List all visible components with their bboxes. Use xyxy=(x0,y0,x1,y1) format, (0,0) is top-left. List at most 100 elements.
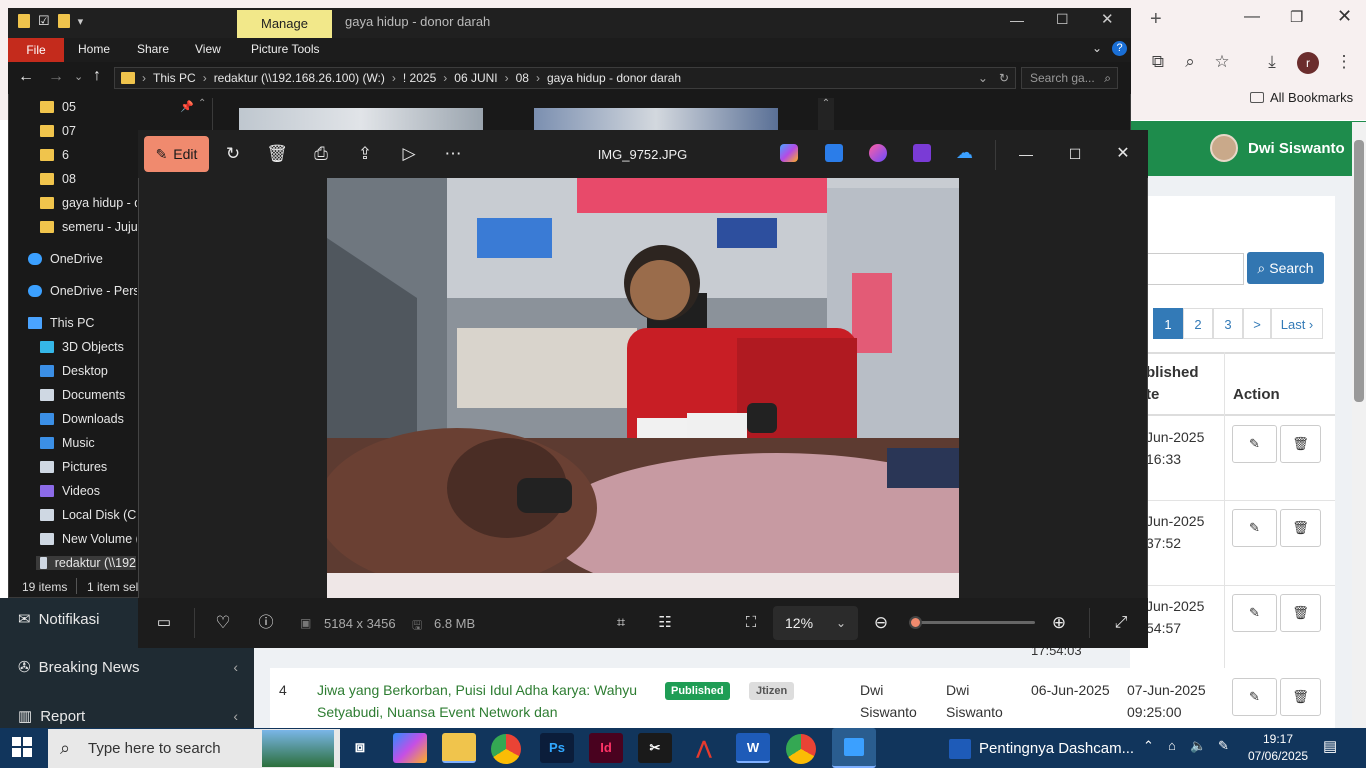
more-icon[interactable]: ⋯ xyxy=(439,140,467,168)
nav-item-08[interactable]: 08 xyxy=(40,172,76,186)
photos-app-icon[interactable] xyxy=(832,728,876,768)
taskbar-active-window[interactable]: Pentingnya Dashcam... xyxy=(941,729,1136,768)
edit-button[interactable]: ✎ xyxy=(1232,509,1277,547)
nav-item-this-pc[interactable]: This PC xyxy=(28,316,94,330)
edit-button[interactable]: ✎ xyxy=(1232,425,1277,463)
notification-center-icon[interactable]: ▤ xyxy=(1323,737,1337,755)
edit-button[interactable]: ✎ xyxy=(1232,594,1277,632)
word-app-icon[interactable]: W xyxy=(736,733,770,763)
nav-item-semeru-jujug[interactable]: semeru - Jujug xyxy=(40,220,137,234)
close-icon[interactable]: ✕ xyxy=(1101,10,1114,28)
visual-search-icon[interactable]: ☷ xyxy=(651,609,679,637)
nav-item-gaya-hidup-d[interactable]: gaya hidup - d xyxy=(40,196,137,210)
nav-item-redaktur-192[interactable]: redaktur (\\192 xyxy=(36,556,136,570)
content-scrollbar[interactable]: ⌃ xyxy=(818,98,834,130)
taskbar-clock[interactable]: 19:17 07/06/2025 xyxy=(1248,731,1308,765)
breadcrumb-current[interactable]: gaya hidup - donor darah xyxy=(547,71,681,85)
nav-item-05[interactable]: 05 xyxy=(40,100,76,114)
file-explorer-app-icon[interactable] xyxy=(442,733,476,763)
favorite-icon[interactable]: ♡ xyxy=(209,609,237,637)
info-icon[interactable]: ⓘ xyxy=(252,609,280,637)
minimize-icon[interactable]: — xyxy=(1010,12,1024,28)
pin-icon[interactable]: 📌 xyxy=(180,100,194,113)
row4-title[interactable]: Jiwa yang Berkorban, Puisi Idul Adha kar… xyxy=(317,679,652,723)
search-button[interactable]: ⌕ Search xyxy=(1247,252,1324,284)
task-view-icon[interactable]: ⧈ xyxy=(343,733,377,763)
filmstrip-icon[interactable]: ▭ xyxy=(150,609,178,637)
browser-minimize-icon[interactable]: — xyxy=(1244,8,1260,26)
delete-button[interactable]: 🗑 xyxy=(1280,594,1321,632)
help-icon[interactable]: ? xyxy=(1112,41,1127,56)
chrome-app-icon[interactable] xyxy=(491,734,521,764)
all-bookmarks[interactable]: All Bookmarks xyxy=(1250,90,1353,105)
rotate-icon[interactable]: ↻ xyxy=(219,140,247,168)
breadcrumb-2025[interactable]: ! 2025 xyxy=(403,71,436,85)
bookmark-star-icon[interactable]: ☆ xyxy=(1210,50,1234,74)
share-icon[interactable]: ⇪ xyxy=(351,140,379,168)
profile-avatar[interactable]: r xyxy=(1297,52,1319,74)
photos-close-icon[interactable]: ✕ xyxy=(1109,140,1137,168)
page-1[interactable]: 1 xyxy=(1153,308,1183,339)
capcut-app-icon[interactable]: ✂ xyxy=(638,733,672,763)
nav-item-07[interactable]: 07 xyxy=(40,124,76,138)
breadcrumb-08[interactable]: 08 xyxy=(516,71,529,85)
zoom-slider[interactable] xyxy=(909,616,1035,629)
windows-start-icon[interactable] xyxy=(12,737,32,757)
explorer-search-input[interactable]: Search ga... ⌕ xyxy=(1021,67,1118,89)
video-editor-icon[interactable] xyxy=(913,144,931,162)
photo-image[interactable] xyxy=(327,178,959,598)
delete-button[interactable]: 🗑 xyxy=(1280,425,1321,463)
onedrive-icon[interactable]: ☁ xyxy=(956,143,973,163)
ribbon-tab-picture-tools[interactable]: Picture Tools xyxy=(251,42,319,56)
sidebar-item-report[interactable]: ▥ Report ‹ xyxy=(18,707,238,726)
nav-item-onedrive[interactable]: OneDrive xyxy=(28,252,103,266)
search-input[interactable] xyxy=(1140,253,1244,285)
show-hidden-icons[interactable]: ⌃ xyxy=(1143,738,1154,754)
breadcrumb-drive[interactable]: redaktur (\\192.168.26.100) (W:) xyxy=(214,71,385,85)
chrome-profile-app-icon[interactable] xyxy=(786,734,816,764)
slideshow-icon[interactable]: ▷ xyxy=(395,140,423,168)
page-2[interactable]: 2 xyxy=(1183,308,1213,339)
network-icon[interactable]: ⌂ xyxy=(1168,738,1176,753)
nav-item-3d-objects[interactable]: 3D Objects xyxy=(40,340,124,354)
zoom-icon[interactable]: ⌕ xyxy=(1178,50,1202,74)
nav-item-desktop[interactable]: Desktop xyxy=(40,364,108,378)
nav-item-new-volume-d[interactable]: New Volume (D xyxy=(40,532,137,546)
ribbon-tab-share[interactable]: Share xyxy=(137,42,169,56)
clipchamp-icon[interactable] xyxy=(869,144,887,162)
user-name[interactable]: Dwi Siswanto xyxy=(1248,140,1345,157)
ribbon-collapse-icon[interactable]: ⌄ xyxy=(1092,41,1102,55)
photos-maximize-icon[interactable]: ☐ xyxy=(1061,140,1089,168)
address-bar[interactable]: › This PC › redaktur (\\192.168.26.100) … xyxy=(114,67,1016,89)
download-icon[interactable]: ⤓ xyxy=(1260,50,1284,74)
copilot-app-icon[interactable] xyxy=(393,733,427,763)
fit-screen-icon[interactable]: ⛶ xyxy=(737,609,765,637)
thumbnail[interactable] xyxy=(534,108,778,130)
nav-item-music[interactable]: Music xyxy=(40,436,95,450)
edit-button[interactable]: ✎ xyxy=(1232,678,1277,716)
browser-menu-icon[interactable]: ⋮ xyxy=(1332,50,1356,74)
indesign-app-icon[interactable]: Id xyxy=(589,733,623,763)
refresh-icon[interactable]: ↻ xyxy=(999,71,1015,85)
page-next[interactable]: > xyxy=(1243,308,1271,339)
scrollbar-thumb[interactable] xyxy=(1354,140,1364,402)
manage-tab[interactable]: Manage xyxy=(237,10,332,38)
new-tab-icon[interactable]: + xyxy=(1150,8,1162,31)
page-scrollbar[interactable] xyxy=(1352,122,1366,728)
volume-icon[interactable]: 🔈 xyxy=(1190,738,1206,754)
print-icon[interactable]: ⎙ xyxy=(307,140,335,168)
nav-item-local-disk-c-[interactable]: Local Disk (C:) xyxy=(40,508,137,522)
delete-icon[interactable]: 🗑 xyxy=(263,140,291,168)
acrobat-app-icon[interactable]: ⋀ xyxy=(687,733,721,763)
zoom-in-icon[interactable]: ⊕ xyxy=(1045,609,1073,637)
photoshop-app-icon[interactable]: Ps xyxy=(540,733,574,763)
edit-image-button[interactable]: ✎ Edit xyxy=(144,136,209,172)
nav-item-pictures[interactable]: Pictures xyxy=(40,460,107,474)
designer-icon[interactable] xyxy=(825,144,843,162)
delete-button[interactable]: 🗑 xyxy=(1280,678,1321,716)
page-last[interactable]: Last › xyxy=(1271,308,1323,339)
delete-button[interactable]: 🗑 xyxy=(1280,509,1321,547)
maximize-icon[interactable]: ☐ xyxy=(1056,11,1069,28)
address-dropdown-icon[interactable]: ⌄ xyxy=(978,71,992,85)
breadcrumb-06-juni[interactable]: 06 JUNI xyxy=(454,71,497,85)
